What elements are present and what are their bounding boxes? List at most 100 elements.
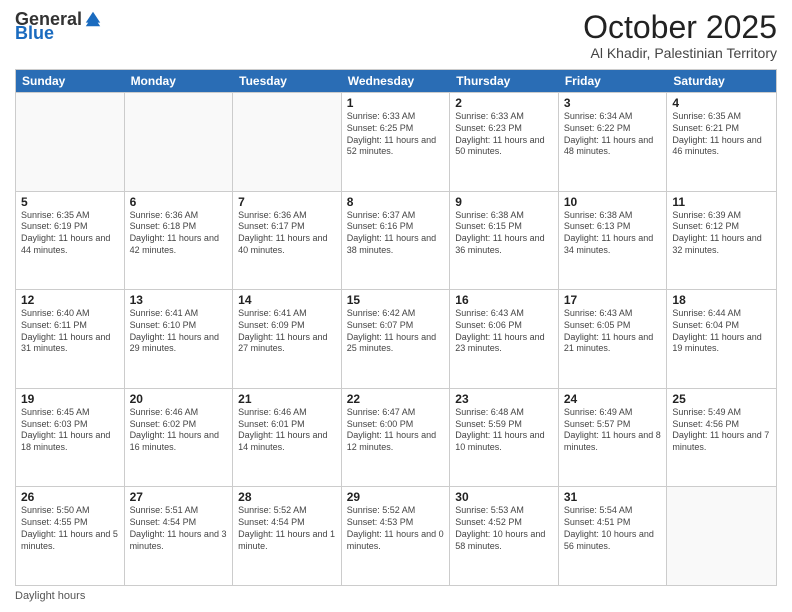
header-friday: Friday — [559, 70, 668, 92]
cell-info: Sunrise: 6:46 AM Sunset: 6:01 PM Dayligh… — [238, 407, 336, 454]
cell-info: Sunrise: 6:33 AM Sunset: 6:25 PM Dayligh… — [347, 111, 445, 158]
table-row: 4Sunrise: 6:35 AM Sunset: 6:21 PM Daylig… — [667, 93, 776, 191]
cell-info: Sunrise: 5:49 AM Sunset: 4:56 PM Dayligh… — [672, 407, 771, 454]
table-row: 7Sunrise: 6:36 AM Sunset: 6:17 PM Daylig… — [233, 192, 342, 290]
table-row: 10Sunrise: 6:38 AM Sunset: 6:13 PM Dayli… — [559, 192, 668, 290]
cell-day-number: 14 — [238, 293, 336, 307]
cell-day-number: 1 — [347, 96, 445, 110]
table-row: 20Sunrise: 6:46 AM Sunset: 6:02 PM Dayli… — [125, 389, 234, 487]
cell-info: Sunrise: 6:35 AM Sunset: 6:19 PM Dayligh… — [21, 210, 119, 257]
cell-info: Sunrise: 6:40 AM Sunset: 6:11 PM Dayligh… — [21, 308, 119, 355]
header-monday: Monday — [125, 70, 234, 92]
table-row: 6Sunrise: 6:36 AM Sunset: 6:18 PM Daylig… — [125, 192, 234, 290]
table-row: 22Sunrise: 6:47 AM Sunset: 6:00 PM Dayli… — [342, 389, 451, 487]
page: General Blue October 2025 Al Khadir, Pal… — [0, 0, 792, 612]
cell-day-number: 18 — [672, 293, 771, 307]
table-row: 3Sunrise: 6:34 AM Sunset: 6:22 PM Daylig… — [559, 93, 668, 191]
cell-info: Sunrise: 6:37 AM Sunset: 6:16 PM Dayligh… — [347, 210, 445, 257]
cell-day-number: 6 — [130, 195, 228, 209]
table-row: 2Sunrise: 6:33 AM Sunset: 6:23 PM Daylig… — [450, 93, 559, 191]
cell-day-number: 15 — [347, 293, 445, 307]
cell-info: Sunrise: 6:45 AM Sunset: 6:03 PM Dayligh… — [21, 407, 119, 454]
table-row: 26Sunrise: 5:50 AM Sunset: 4:55 PM Dayli… — [16, 487, 125, 585]
cell-info: Sunrise: 6:35 AM Sunset: 6:21 PM Dayligh… — [672, 111, 771, 158]
cell-info: Sunrise: 5:52 AM Sunset: 4:53 PM Dayligh… — [347, 505, 445, 552]
table-row: 13Sunrise: 6:41 AM Sunset: 6:10 PM Dayli… — [125, 290, 234, 388]
logo: General Blue — [15, 10, 102, 42]
table-row: 19Sunrise: 6:45 AM Sunset: 6:03 PM Dayli… — [16, 389, 125, 487]
table-row: 16Sunrise: 6:43 AM Sunset: 6:06 PM Dayli… — [450, 290, 559, 388]
cell-day-number: 3 — [564, 96, 662, 110]
cell-day-number: 17 — [564, 293, 662, 307]
table-row: 8Sunrise: 6:37 AM Sunset: 6:16 PM Daylig… — [342, 192, 451, 290]
cell-day-number: 9 — [455, 195, 553, 209]
table-row: 17Sunrise: 6:43 AM Sunset: 6:05 PM Dayli… — [559, 290, 668, 388]
daylight-label: Daylight hours — [15, 590, 85, 602]
table-row: 1Sunrise: 6:33 AM Sunset: 6:25 PM Daylig… — [342, 93, 451, 191]
title-block: October 2025 Al Khadir, Palestinian Terr… — [583, 10, 777, 61]
table-row: 5Sunrise: 6:35 AM Sunset: 6:19 PM Daylig… — [16, 192, 125, 290]
cell-day-number: 25 — [672, 392, 771, 406]
cell-info: Sunrise: 6:44 AM Sunset: 6:04 PM Dayligh… — [672, 308, 771, 355]
cell-info: Sunrise: 6:41 AM Sunset: 6:09 PM Dayligh… — [238, 308, 336, 355]
cell-day-number: 7 — [238, 195, 336, 209]
cell-day-number: 24 — [564, 392, 662, 406]
header-thursday: Thursday — [450, 70, 559, 92]
cell-day-number: 5 — [21, 195, 119, 209]
day-headers: Sunday Monday Tuesday Wednesday Thursday… — [16, 70, 776, 92]
cell-day-number: 27 — [130, 490, 228, 504]
calendar-row-5: 26Sunrise: 5:50 AM Sunset: 4:55 PM Dayli… — [16, 486, 776, 585]
cell-day-number: 13 — [130, 293, 228, 307]
table-row — [667, 487, 776, 585]
cell-info: Sunrise: 6:49 AM Sunset: 5:57 PM Dayligh… — [564, 407, 662, 454]
table-row: 29Sunrise: 5:52 AM Sunset: 4:53 PM Dayli… — [342, 487, 451, 585]
cell-day-number: 23 — [455, 392, 553, 406]
cell-day-number: 21 — [238, 392, 336, 406]
cell-day-number: 2 — [455, 96, 553, 110]
header-sunday: Sunday — [16, 70, 125, 92]
table-row: 23Sunrise: 6:48 AM Sunset: 5:59 PM Dayli… — [450, 389, 559, 487]
cell-info: Sunrise: 6:36 AM Sunset: 6:18 PM Dayligh… — [130, 210, 228, 257]
table-row: 12Sunrise: 6:40 AM Sunset: 6:11 PM Dayli… — [16, 290, 125, 388]
header-saturday: Saturday — [667, 70, 776, 92]
header: General Blue October 2025 Al Khadir, Pal… — [15, 10, 777, 61]
table-row: 14Sunrise: 6:41 AM Sunset: 6:09 PM Dayli… — [233, 290, 342, 388]
table-row: 24Sunrise: 6:49 AM Sunset: 5:57 PM Dayli… — [559, 389, 668, 487]
cell-info: Sunrise: 6:34 AM Sunset: 6:22 PM Dayligh… — [564, 111, 662, 158]
header-tuesday: Tuesday — [233, 70, 342, 92]
cell-day-number: 22 — [347, 392, 445, 406]
calendar-row-2: 5Sunrise: 6:35 AM Sunset: 6:19 PM Daylig… — [16, 191, 776, 290]
table-row: 21Sunrise: 6:46 AM Sunset: 6:01 PM Dayli… — [233, 389, 342, 487]
calendar-row-3: 12Sunrise: 6:40 AM Sunset: 6:11 PM Dayli… — [16, 289, 776, 388]
table-row: 28Sunrise: 5:52 AM Sunset: 4:54 PM Dayli… — [233, 487, 342, 585]
cell-info: Sunrise: 6:36 AM Sunset: 6:17 PM Dayligh… — [238, 210, 336, 257]
cell-day-number: 31 — [564, 490, 662, 504]
table-row: 11Sunrise: 6:39 AM Sunset: 6:12 PM Dayli… — [667, 192, 776, 290]
cell-day-number: 20 — [130, 392, 228, 406]
calendar-row-1: 1Sunrise: 6:33 AM Sunset: 6:25 PM Daylig… — [16, 92, 776, 191]
table-row — [16, 93, 125, 191]
cell-day-number: 10 — [564, 195, 662, 209]
table-row: 9Sunrise: 6:38 AM Sunset: 6:15 PM Daylig… — [450, 192, 559, 290]
table-row: 31Sunrise: 5:54 AM Sunset: 4:51 PM Dayli… — [559, 487, 668, 585]
cell-day-number: 11 — [672, 195, 771, 209]
cell-info: Sunrise: 6:46 AM Sunset: 6:02 PM Dayligh… — [130, 407, 228, 454]
cell-day-number: 28 — [238, 490, 336, 504]
cell-info: Sunrise: 5:54 AM Sunset: 4:51 PM Dayligh… — [564, 505, 662, 552]
cell-day-number: 26 — [21, 490, 119, 504]
cell-day-number: 8 — [347, 195, 445, 209]
table-row: 25Sunrise: 5:49 AM Sunset: 4:56 PM Dayli… — [667, 389, 776, 487]
table-row: 15Sunrise: 6:42 AM Sunset: 6:07 PM Dayli… — [342, 290, 451, 388]
cell-day-number: 12 — [21, 293, 119, 307]
location-title: Al Khadir, Palestinian Territory — [583, 45, 777, 61]
calendar: Sunday Monday Tuesday Wednesday Thursday… — [15, 69, 777, 586]
footer: Daylight hours — [15, 590, 777, 602]
cell-day-number: 19 — [21, 392, 119, 406]
table-row — [125, 93, 234, 191]
calendar-row-4: 19Sunrise: 6:45 AM Sunset: 6:03 PM Dayli… — [16, 388, 776, 487]
cell-info: Sunrise: 6:38 AM Sunset: 6:15 PM Dayligh… — [455, 210, 553, 257]
cell-info: Sunrise: 6:38 AM Sunset: 6:13 PM Dayligh… — [564, 210, 662, 257]
cell-day-number: 30 — [455, 490, 553, 504]
table-row: 18Sunrise: 6:44 AM Sunset: 6:04 PM Dayli… — [667, 290, 776, 388]
calendar-body: 1Sunrise: 6:33 AM Sunset: 6:25 PM Daylig… — [16, 92, 776, 585]
